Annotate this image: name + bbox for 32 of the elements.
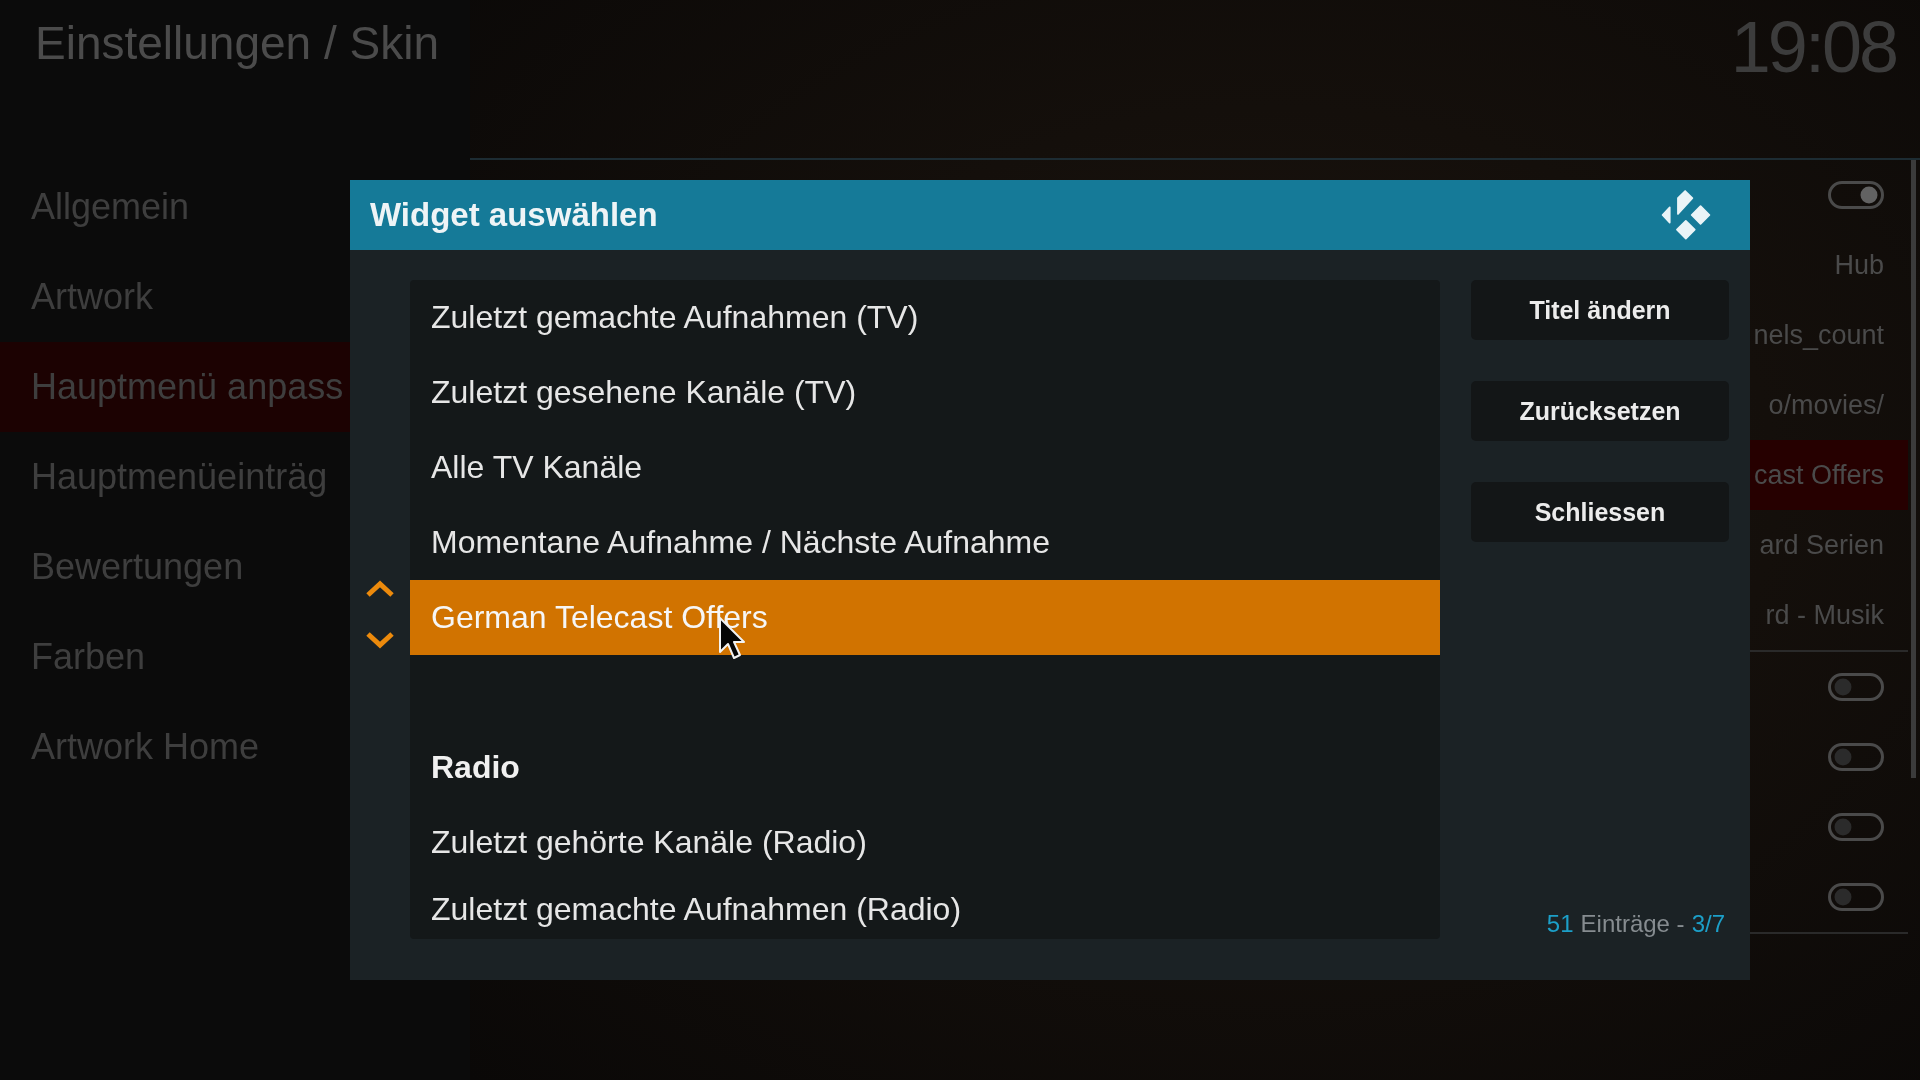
list-item[interactable]: Alle TV Kanäle (410, 430, 1440, 505)
item-count: 51 (1546, 909, 1574, 939)
items-label: Einträge - (1580, 909, 1685, 939)
scroll-down-icon[interactable] (365, 631, 395, 649)
list-item[interactable]: Zuletzt gehörte Kanäle (Radio) (410, 805, 1440, 880)
setting-value[interactable]: Hub (1750, 230, 1908, 300)
dialog-button[interactable]: Schliessen (1471, 482, 1729, 542)
setting-value[interactable]: rd - Musik (1750, 580, 1908, 650)
toggle-switch[interactable] (1828, 813, 1884, 841)
setting-value[interactable]: cast Offers (1750, 440, 1908, 510)
list-item[interactable]: Momentane Aufnahme / Nächste Aufnahme (410, 505, 1440, 580)
dialog-button[interactable]: Titel ändern (1471, 280, 1729, 340)
setting-value[interactable]: nels_count (1750, 300, 1908, 370)
toggle-switch[interactable] (1828, 181, 1884, 209)
setting-value[interactable]: ard Serien (1750, 510, 1908, 580)
setting-value[interactable]: o/movies/ (1750, 370, 1908, 440)
toggle-switch[interactable] (1828, 673, 1884, 701)
page-title: Einstellungen / Skin (35, 16, 440, 71)
sidebar-item[interactable]: Hauptmenü anpass (0, 342, 350, 432)
dialog-title: Widget auswählen (370, 196, 658, 234)
toggle-switch[interactable] (1828, 883, 1884, 911)
page-indicator: 3/7 (1691, 909, 1725, 939)
scrollbar[interactable] (1911, 160, 1916, 778)
list-item[interactable]: Zuletzt gemachte Aufnahmen (Radio) (410, 880, 1440, 939)
list-item[interactable]: Zuletzt gemachte Aufnahmen (TV) (410, 280, 1440, 355)
list-item[interactable]: German Telecast Offers (410, 580, 1440, 655)
dialog-button[interactable]: Zurücksetzen (1471, 381, 1729, 441)
section-heading[interactable]: Radio (410, 730, 1440, 805)
scroll-up-icon[interactable] (365, 580, 395, 598)
list-item[interactable]: Zuletzt gesehene Kanäle (TV) (410, 355, 1440, 430)
logo-icon (1661, 190, 1711, 240)
toggle-switch[interactable] (1828, 743, 1884, 771)
